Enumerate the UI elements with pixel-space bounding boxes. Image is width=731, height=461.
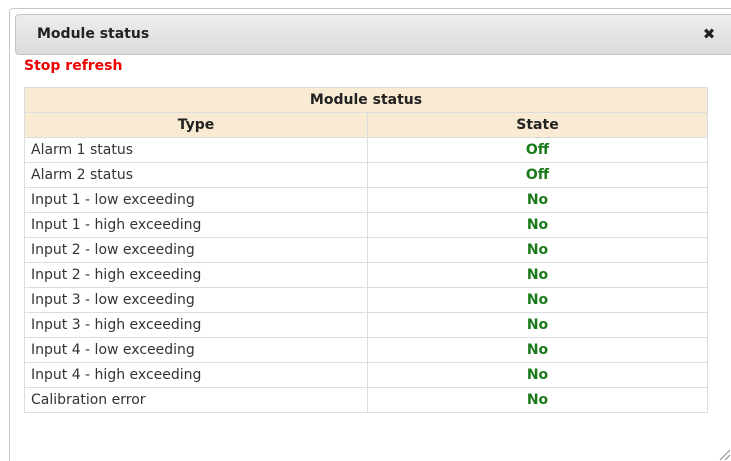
row-type: Input 3 - high exceeding — [24, 312, 368, 338]
row-state: No — [367, 287, 708, 313]
resize-grip-icon[interactable] — [717, 447, 731, 461]
close-icon[interactable]: ✖ — [700, 24, 718, 44]
row-type: Input 1 - low exceeding — [24, 187, 368, 213]
table-caption-row: Module status — [24, 87, 708, 113]
row-type: Input 2 - high exceeding — [24, 262, 368, 288]
row-type: Calibration error — [24, 387, 368, 413]
row-state: No — [367, 337, 708, 363]
module-status-table: Module status Type State Alarm 1 status O… — [24, 87, 708, 413]
row-state: No — [367, 187, 708, 213]
row-state: No — [367, 362, 708, 388]
row-type: Alarm 1 status — [24, 137, 368, 163]
row-type: Alarm 2 status — [24, 162, 368, 188]
stop-refresh-link[interactable]: Stop refresh — [24, 58, 122, 74]
dialog-titlebar[interactable]: Module status — [15, 14, 731, 55]
table-row: Input 3 - high exceeding No — [24, 312, 708, 338]
table-row: Input 1 - high exceeding No — [24, 212, 708, 238]
column-header-state: State — [367, 112, 708, 138]
column-header-type: Type — [24, 112, 368, 138]
table-caption: Module status — [24, 87, 708, 113]
table-row: Alarm 2 status Off — [24, 162, 708, 188]
table-row: Input 4 - high exceeding No — [24, 362, 708, 388]
table-row: Input 1 - low exceeding No — [24, 187, 708, 213]
row-state: No — [367, 262, 708, 288]
table-row: Calibration error No — [24, 387, 708, 413]
row-state: No — [367, 237, 708, 263]
table-row: Input 2 - high exceeding No — [24, 262, 708, 288]
row-state: Off — [367, 162, 708, 188]
row-type: Input 4 - low exceeding — [24, 337, 368, 363]
table-row: Input 4 - low exceeding No — [24, 337, 708, 363]
table-header-row: Type State — [24, 112, 708, 138]
row-state: No — [367, 212, 708, 238]
table-row: Input 3 - low exceeding No — [24, 287, 708, 313]
dialog-title: Module status — [37, 26, 150, 42]
row-state: No — [367, 312, 708, 338]
row-type: Input 3 - low exceeding — [24, 287, 368, 313]
row-type: Input 4 - high exceeding — [24, 362, 368, 388]
row-state: No — [367, 387, 708, 413]
table-row: Alarm 1 status Off — [24, 137, 708, 163]
row-type: Input 2 - low exceeding — [24, 237, 368, 263]
row-type: Input 1 - high exceeding — [24, 212, 368, 238]
table-row: Input 2 - low exceeding No — [24, 237, 708, 263]
row-state: Off — [367, 137, 708, 163]
